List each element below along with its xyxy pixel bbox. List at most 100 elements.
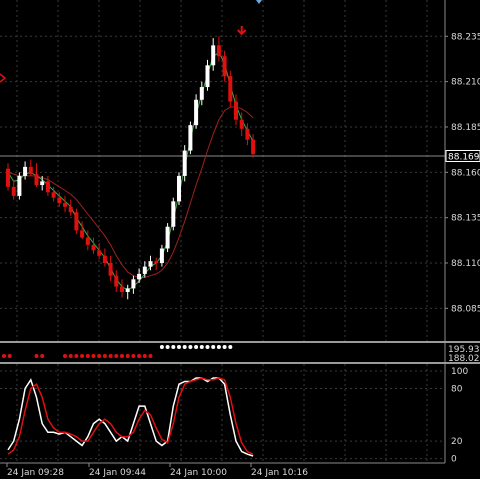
white-dot xyxy=(177,345,181,349)
bull-candle xyxy=(205,65,210,88)
white-dot xyxy=(222,345,227,349)
white-dot xyxy=(199,345,204,349)
white-dot xyxy=(171,345,176,349)
candles xyxy=(6,36,256,300)
red-dot xyxy=(148,354,153,358)
bear-candle xyxy=(11,186,16,196)
moving-averages xyxy=(7,51,254,291)
bear-candle xyxy=(28,166,33,175)
oscillator-axis-ticks: 100 80 20 0 xyxy=(451,367,468,465)
red-dot xyxy=(97,354,102,358)
bull-candle xyxy=(23,166,28,176)
bear-candle xyxy=(74,212,79,231)
bear-candle xyxy=(45,181,50,193)
price-tick-label: 88.235 xyxy=(451,32,480,42)
time-tick-label: 24 Jan 10:16 xyxy=(251,468,308,478)
osc-tick-label: 100 xyxy=(451,367,468,377)
white-dot xyxy=(216,345,221,349)
arrow-left-icon xyxy=(0,73,7,83)
red-dot xyxy=(131,354,136,358)
price-grid xyxy=(0,0,445,341)
bull-candle xyxy=(142,266,147,274)
bear-candle xyxy=(68,206,73,213)
red-dot xyxy=(7,354,12,358)
osc-tick-label: 80 xyxy=(451,385,463,395)
white-dot xyxy=(194,345,199,349)
red-dot xyxy=(91,354,96,358)
red-dot xyxy=(114,354,119,358)
red-dot xyxy=(102,354,107,358)
red-dot xyxy=(125,354,130,358)
white-dot xyxy=(228,345,233,349)
bear-candle xyxy=(97,250,102,256)
bull-candle xyxy=(125,288,130,293)
marker-icon xyxy=(256,0,262,4)
price-tick-label: 88.110 xyxy=(451,259,480,269)
white-dot xyxy=(165,345,170,349)
bull-candle xyxy=(131,279,136,289)
white-dot xyxy=(205,345,210,349)
price-tick-label: 88.160 xyxy=(451,168,480,178)
red-dot xyxy=(142,354,147,358)
red-dot xyxy=(85,354,90,358)
current-price-label-box: 88.169 xyxy=(445,149,480,162)
bear-candle xyxy=(102,255,107,264)
bear-candle xyxy=(34,174,39,186)
bear-candle xyxy=(239,119,244,129)
red-dot xyxy=(2,354,6,358)
bear-candle xyxy=(251,139,256,155)
chart-canvas: 88.235 88.210 88.185 88.160 88.135 88.110 88.0… xyxy=(0,0,480,478)
bull-candle xyxy=(188,125,193,151)
red-dot xyxy=(40,354,45,358)
indicator-dots xyxy=(2,345,233,358)
price-axis-ticks: 88.235 88.210 88.185 88.160 88.135 88.110 88.0… xyxy=(445,32,480,314)
white-dot xyxy=(188,345,193,349)
bear-candle xyxy=(6,168,10,187)
bull-candle xyxy=(159,248,164,264)
bull-candle xyxy=(165,226,170,249)
osc-tick-label: 0 xyxy=(451,455,457,465)
red-dot xyxy=(74,354,79,358)
price-tick-label: 88.185 xyxy=(451,123,480,133)
sell-arrow-icon xyxy=(236,26,247,36)
bull-candle xyxy=(199,87,204,100)
bear-candle xyxy=(114,275,119,287)
bear-candle xyxy=(80,230,85,238)
time-axis-ticks: 24 Jan 09:28 24 Jan 09:44 24 Jan 10:00 24 J… xyxy=(6,463,308,478)
bear-candle xyxy=(216,45,221,57)
white-dot xyxy=(211,345,216,349)
red-dot xyxy=(137,354,142,358)
ma-slow-line xyxy=(7,106,254,278)
bear-candle xyxy=(154,261,159,264)
time-tick-label: 24 Jan 10:00 xyxy=(170,468,227,478)
bull-candle xyxy=(148,261,153,267)
white-dot xyxy=(159,345,164,349)
ma-fast-line xyxy=(7,51,254,291)
red-dot xyxy=(108,354,113,358)
bull-candle xyxy=(17,175,22,196)
signal-arrows xyxy=(236,26,247,36)
bear-candle xyxy=(234,101,238,120)
current-price-label: 88.169 xyxy=(448,152,480,162)
bear-candle xyxy=(57,197,62,204)
oscillator-panel: 100 80 20 0 xyxy=(0,364,468,465)
bear-candle xyxy=(91,244,96,251)
bear-candle xyxy=(228,76,233,102)
price-tick-label: 88.210 xyxy=(451,78,480,88)
white-dot xyxy=(182,345,187,349)
price-panel: 88.235 88.210 88.185 88.160 88.135 88.110 88.0… xyxy=(0,0,480,341)
price-tick-label: 88.135 xyxy=(451,214,480,224)
time-tick-label: 24 Jan 09:44 xyxy=(89,468,146,478)
bear-candle xyxy=(245,128,250,140)
bull-candle xyxy=(40,181,45,186)
red-dot xyxy=(34,354,39,358)
bear-candle xyxy=(222,56,227,77)
dots-indicator-panel: 195.939 188.02 xyxy=(2,343,480,364)
bull-candle xyxy=(171,201,176,227)
bull-candle xyxy=(211,45,216,66)
bear-candle xyxy=(108,263,113,276)
bull-candle xyxy=(182,150,187,176)
red-dot xyxy=(63,354,67,358)
bull-candle xyxy=(177,175,181,202)
bull-candle xyxy=(137,273,142,280)
